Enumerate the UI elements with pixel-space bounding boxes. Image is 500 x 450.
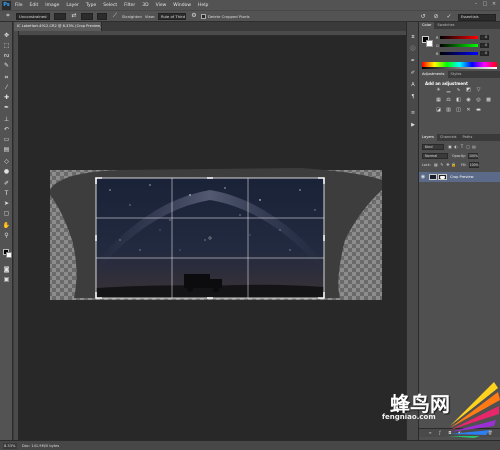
slider-green-value[interactable]: 0	[480, 43, 489, 48]
color-panel-tabs: Color Swatches	[419, 22, 500, 29]
history-icon[interactable]: ⧖	[409, 34, 417, 41]
zoom-level[interactable]: 8.33%	[3, 443, 17, 449]
levels-icon[interactable]: ▁	[445, 87, 452, 94]
layer-blend-row: Normal Opacity: 100%	[422, 152, 498, 159]
slider-green-track[interactable]	[440, 44, 478, 47]
layer-lock-row: Lock: ▦ ✎ ✥ 🔒 Fill: 100%	[422, 161, 498, 168]
curves-icon[interactable]: ∿	[455, 87, 462, 94]
slider-green[interactable]: G 0	[436, 43, 491, 48]
tab-swatches[interactable]: Swatches	[434, 22, 457, 29]
lock-all-icon[interactable]: 🔒	[451, 162, 457, 168]
black-white-icon[interactable]: ◧	[455, 97, 462, 104]
tab-adjustments[interactable]: Adjustments	[419, 71, 448, 78]
vibrance-icon[interactable]: ▽	[475, 87, 482, 94]
watermark: 蜂鸟网 fengniao.com	[372, 378, 500, 438]
tab-channels[interactable]: Channels	[437, 134, 460, 141]
blend-mode-select[interactable]: Normal	[422, 152, 448, 159]
brush-panel-icon[interactable]: ✒	[409, 58, 417, 65]
layer-filter-row: Kind ▣ ◐ T ▢ ▤	[422, 143, 498, 150]
slider-red-value[interactable]: 0	[480, 35, 489, 40]
adjustments-panel-tabs: Adjustments Styles	[419, 71, 500, 78]
posterize-icon[interactable]: ▥	[445, 107, 452, 114]
adjustments-heading: Add an adjustment	[425, 81, 468, 86]
paragraph-icon[interactable]: ¶	[409, 94, 417, 101]
slider-red[interactable]: R 0	[436, 35, 491, 40]
tab-color[interactable]: Color	[419, 22, 435, 29]
tab-styles[interactable]: Styles	[448, 71, 465, 78]
tab-paths[interactable]: Paths	[460, 134, 476, 141]
fill-value[interactable]: 100%	[468, 161, 479, 168]
hue-saturation-icon[interactable]: ▦	[435, 97, 442, 104]
status-bar: 8.33% Doc: 141.9M/0 bytes	[0, 440, 500, 450]
slider-red-track[interactable]	[440, 36, 478, 39]
layer-name[interactable]: Crop Preview	[450, 175, 474, 179]
gradient-map-icon[interactable]: ▬	[475, 107, 482, 114]
eye-icon[interactable]: ◉	[419, 173, 427, 181]
watermark-logo	[448, 382, 500, 438]
grayscale-ramp[interactable]	[422, 67, 497, 69]
character-icon[interactable]: A	[409, 82, 417, 89]
layer-mask-thumbnail[interactable]	[438, 174, 447, 180]
brush-presets-icon[interactable]: ✐	[409, 70, 417, 77]
opacity-label: Opacity:	[452, 153, 466, 158]
slider-blue-value[interactable]: 0	[480, 51, 489, 56]
layers-panel-tabs: Layers Channels Paths	[419, 134, 500, 141]
color-panel-background[interactable]	[426, 40, 433, 47]
layer-row-crop-preview[interactable]: ◉ Crop Preview	[419, 172, 500, 182]
opacity-value[interactable]: 100%	[467, 152, 478, 159]
photo-filter-icon[interactable]: ◉	[465, 97, 472, 104]
color-lookup-icon[interactable]: ▩	[485, 97, 492, 104]
info-icon[interactable]: ⓘ	[409, 46, 417, 53]
invert-icon[interactable]: ◪	[435, 107, 442, 114]
layer-kind-filter[interactable]: Kind	[422, 143, 444, 150]
filter-smart-icon[interactable]: ▤	[471, 144, 477, 150]
color-balance-icon[interactable]: ⚖	[445, 97, 452, 104]
fill-label: Fill:	[460, 162, 467, 167]
watermark-url: fengniao.com	[382, 413, 436, 421]
selective-color-icon[interactable]: ✕	[465, 107, 472, 114]
exposure-icon[interactable]: ◩	[465, 87, 472, 94]
properties-icon[interactable]: ≡	[409, 110, 417, 117]
threshold-icon[interactable]: ◫	[455, 107, 462, 114]
brightness-icon[interactable]: ☀	[435, 87, 442, 94]
slider-blue[interactable]: B 0	[436, 51, 491, 56]
layer-thumbnail[interactable]	[429, 174, 437, 180]
actions-icon[interactable]: ▶	[409, 122, 417, 129]
channel-mixer-icon[interactable]: ◎	[475, 97, 482, 104]
slider-blue-track[interactable]	[440, 52, 478, 55]
tab-layers[interactable]: Layers	[419, 134, 437, 141]
document-info[interactable]: Doc: 141.9M/0 bytes	[22, 443, 59, 449]
lock-label: Lock:	[422, 162, 431, 167]
